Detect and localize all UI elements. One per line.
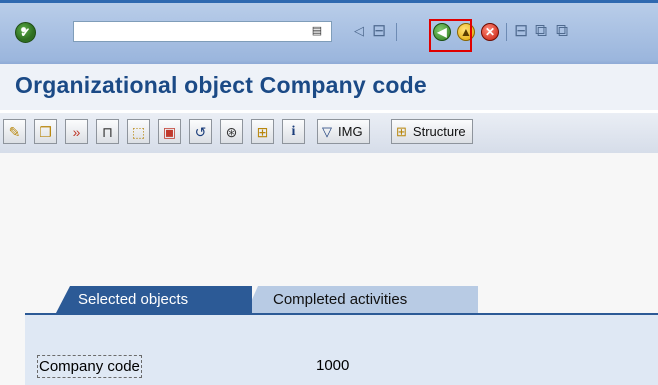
hierarchy-icon: ⊞ [256, 123, 269, 140]
transport-icon: ▣ [162, 123, 177, 140]
delete-button[interactable]: ⊓ [96, 119, 119, 144]
tab-label: Selected objects [78, 291, 189, 308]
copy-button[interactable]: ❐ [34, 119, 57, 144]
transport-button[interactable]: ▣ [158, 119, 181, 144]
check-button[interactable]: ⬚ [127, 119, 150, 144]
settings-button[interactable]: ⊛ [220, 119, 243, 144]
structure-button[interactable]: ⊞ Structure [391, 119, 473, 144]
page-title: Organizational object Company code [15, 72, 427, 98]
toolbar-separator [506, 23, 507, 41]
command-history-icon[interactable]: ▤ [311, 24, 323, 38]
copy-icon: ❐ [39, 123, 52, 140]
company-code-label[interactable]: Company code [37, 355, 142, 378]
img-button-label: IMG [338, 124, 363, 139]
tab-selected-objects[interactable]: Selected objects [56, 286, 252, 313]
cancel-icon[interactable]: ✕ [481, 23, 499, 41]
structure-button-label: Structure [412, 124, 466, 139]
info-button[interactable]: i [282, 119, 305, 144]
find-next-icon[interactable]: ⧉ [556, 20, 568, 42]
hierarchy-button[interactable]: ⊞ [251, 119, 274, 144]
undo-button[interactable]: ↺ [189, 119, 212, 144]
system-toolbar: ✓ ▤ ◁ ⊟ ◀ ▲ ✕ ⊟ ⧉ ⧉ [0, 0, 658, 64]
check-icon: ⬚ [131, 123, 146, 140]
pencil-button[interactable]: ✎ [3, 119, 26, 144]
settings-icon: ⊛ [225, 123, 238, 140]
previous-icon: ◁ [354, 23, 364, 38]
command-field[interactable] [73, 21, 332, 42]
undo-icon: ↺ [194, 123, 207, 140]
find-icon[interactable]: ⧉ [535, 20, 547, 42]
green-check-icon[interactable]: ✓ [15, 22, 36, 43]
tab-label: Completed activities [273, 291, 408, 308]
copy-as-button[interactable]: » [65, 119, 88, 144]
tab-completed-activities[interactable]: Completed activities [246, 286, 478, 313]
delete-icon: ⊓ [102, 123, 113, 140]
structure-icon: ⊞ [396, 124, 407, 139]
save-icon: ⊟ [372, 21, 387, 40]
copy-as-icon: » [72, 123, 81, 140]
company-code-value: 1000 [316, 357, 350, 374]
print-icon[interactable]: ⊟ [514, 20, 528, 42]
back-button-highlight [429, 19, 472, 52]
info-icon: i [291, 123, 296, 139]
filter-icon: ▽ [322, 124, 332, 139]
img-button[interactable]: ▽ IMG [317, 119, 370, 144]
pencil-icon: ✎ [8, 123, 21, 140]
toolbar-separator [396, 23, 397, 41]
